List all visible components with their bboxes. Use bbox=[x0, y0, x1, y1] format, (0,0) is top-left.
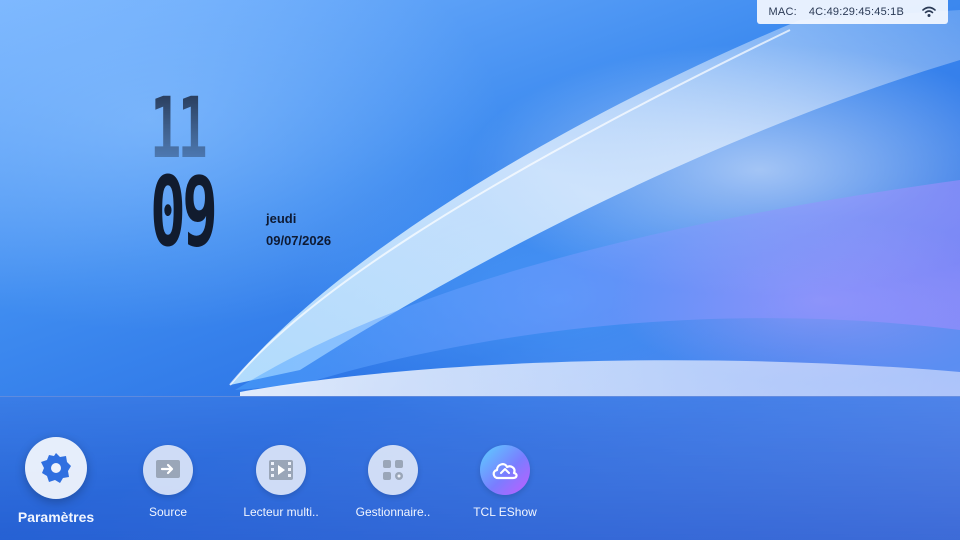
app-tile[interactable] bbox=[25, 437, 87, 499]
wifi-icon bbox=[922, 6, 936, 17]
app-tcl-eshow[interactable]: TCL EShow bbox=[445, 445, 565, 519]
app-label: Lecteur multi.. bbox=[243, 505, 319, 519]
mac-value: 4C:49:29:45:45:1B bbox=[808, 6, 904, 18]
app-tile[interactable] bbox=[143, 445, 193, 495]
app-label: Source bbox=[148, 505, 188, 519]
app-gestionnaire[interactable]: Gestionnaire.. bbox=[333, 445, 453, 519]
mac-label: MAC: bbox=[768, 6, 797, 18]
app-label: Gestionnaire.. bbox=[355, 505, 431, 519]
clock-minutes: 09 bbox=[150, 156, 218, 268]
gear-icon bbox=[41, 453, 71, 483]
app-source[interactable]: Source bbox=[108, 445, 228, 519]
mac-address-badge: MAC: 4C:49:29:45:45:1B bbox=[756, 0, 948, 24]
app-dock: Paramètres Source Lecteur multi.. Gestio… bbox=[0, 396, 960, 540]
cloud-eshow-icon bbox=[492, 463, 518, 480]
date-label: 09/07/2026 bbox=[266, 233, 332, 248]
home-screen: MAC: 4C:49:29:45:45:1B 11 09 jeudi 09/07… bbox=[0, 0, 960, 540]
input-source-icon bbox=[156, 460, 180, 478]
app-manager-icon bbox=[383, 460, 403, 480]
app-label: TCL EShow bbox=[473, 505, 537, 519]
app-label: Paramètres bbox=[17, 509, 95, 525]
app-lecteur-multimedia[interactable]: Lecteur multi.. bbox=[221, 445, 341, 519]
app-tile[interactable] bbox=[256, 445, 306, 495]
app-tile[interactable] bbox=[368, 445, 418, 495]
media-player-icon bbox=[269, 460, 293, 480]
day-of-week: jeudi bbox=[266, 211, 297, 226]
app-tile[interactable] bbox=[480, 445, 530, 495]
app-parametres[interactable]: Paramètres bbox=[0, 437, 116, 525]
